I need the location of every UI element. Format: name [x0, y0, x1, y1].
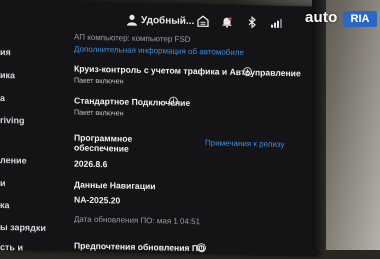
sidebar-item[interactable]: ка [0, 200, 10, 210]
sidebar-item[interactable]: ы зарядки [0, 222, 46, 233]
sidebar-item[interactable]: и [0, 178, 6, 188]
screen-bezel [312, 0, 326, 250]
sidebar-item[interactable]: ление [0, 155, 27, 166]
settings-sidebar: ия ика а riving ление и ка ы зарядки сть… [0, 0, 62, 252]
autopilot-computer-info: АП компьютер: компьютер FSD [74, 32, 191, 44]
sidebar-item[interactable]: сть и [0, 242, 23, 252]
update-preferences-title[interactable]: Предпочтения обновления ПО [74, 241, 205, 254]
tesla-screen: Удобный... ия ика а riving ление и ка ы … [0, 0, 318, 257]
sidebar-item[interactable]: ика [0, 70, 15, 80]
sidebar-item[interactable]: ия [0, 47, 11, 57]
software-label: обеспечение [74, 142, 129, 154]
sidebar-item[interactable]: а [0, 93, 5, 103]
watermark-badge: RIA [343, 11, 377, 27]
software-update-date: Дата обновления ПО: мая 1 04:51 [74, 214, 201, 227]
release-notes-link[interactable]: Примечания к релизу [205, 138, 284, 149]
info-icon[interactable] [243, 67, 252, 77]
info-icon[interactable] [197, 243, 206, 253]
nav-data-version: NA-2025.20 [74, 194, 121, 206]
more-info-link[interactable]: Дополнительная информация об автомобиле [74, 45, 244, 58]
cruise-package-status: Пакет включен [74, 75, 124, 86]
watermark-text: auto [305, 9, 338, 26]
info-icon[interactable] [169, 96, 178, 106]
connectivity-status: Пакет включен [74, 107, 124, 118]
software-info-panel: АП компьютер: компьютер FSD Дополнительн… [72, 2, 312, 257]
software-version: 2026.8.6 [74, 158, 108, 170]
nav-data-label: Данные Навигации [74, 179, 156, 192]
sidebar-item[interactable]: riving [0, 115, 25, 126]
